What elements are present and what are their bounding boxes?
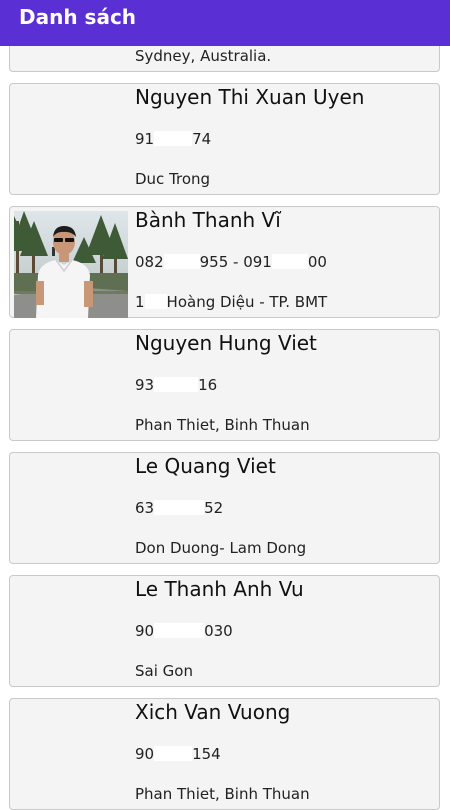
contact-card[interactable]: Nguyen Hung Viet 93 16 Phan Thiet, Binh T…	[9, 329, 440, 441]
contact-address: Phan Thiet, Binh Thuan	[135, 416, 310, 434]
contact-name: Nguyen Thi Xuan Uyen	[135, 85, 365, 109]
contact-phone: 91 74	[135, 130, 212, 148]
contact-list[interactable]: Sydney, Australia. Nguyen Thi Xuan Uyen …	[0, 0, 450, 810]
contact-name: Xich Van Vuong	[135, 700, 291, 724]
app-bar: Danh sách	[0, 0, 450, 46]
contact-name: Le Quang Viet	[135, 454, 276, 478]
contact-address: Sai Gon	[135, 662, 193, 680]
contact-address: Phan Thiet, Binh Thuan	[135, 785, 310, 803]
avatar-photo	[14, 211, 128, 318]
app-bar-title: Danh sách	[19, 5, 137, 29]
contact-name: Nguyen Hung Viet	[135, 331, 317, 355]
contact-card[interactable]: Xich Van Vuong 90 154 Phan Thiet, Binh Th…	[9, 698, 440, 810]
contact-card[interactable]: Le Quang Viet 63 52 Don Duong- Lam Dong	[9, 452, 440, 564]
contact-avatar	[14, 211, 128, 318]
contact-phone: 63 52	[135, 499, 224, 517]
contact-card[interactable]: Bành Thanh Vĩ 082 955 - 091 00 1 Hoàng Diệu…	[9, 206, 440, 318]
contact-address: Duc Trong	[135, 170, 211, 188]
contact-name: Bành Thanh Vĩ	[135, 208, 281, 232]
contact-name: Le Thanh Anh Vu	[135, 577, 304, 601]
contact-card[interactable]: Le Thanh Anh Vu 90 030 Sai Gon	[9, 575, 440, 687]
contact-card[interactable]: Nguyen Thi Xuan Uyen 91 74 Duc Trong	[9, 83, 440, 195]
contact-phone: 90 154	[135, 745, 221, 763]
contact-address: 1 Hoàng Diệu - TP. BMT	[135, 293, 328, 311]
contact-phone: 90 030	[135, 622, 233, 640]
contact-address: Don Duong- Lam Dong	[135, 539, 307, 557]
contact-phone: 082 955 - 091 00	[135, 253, 327, 271]
contact-address: Sydney, Australia.	[135, 47, 272, 65]
contact-phone: 93 16	[135, 376, 218, 394]
